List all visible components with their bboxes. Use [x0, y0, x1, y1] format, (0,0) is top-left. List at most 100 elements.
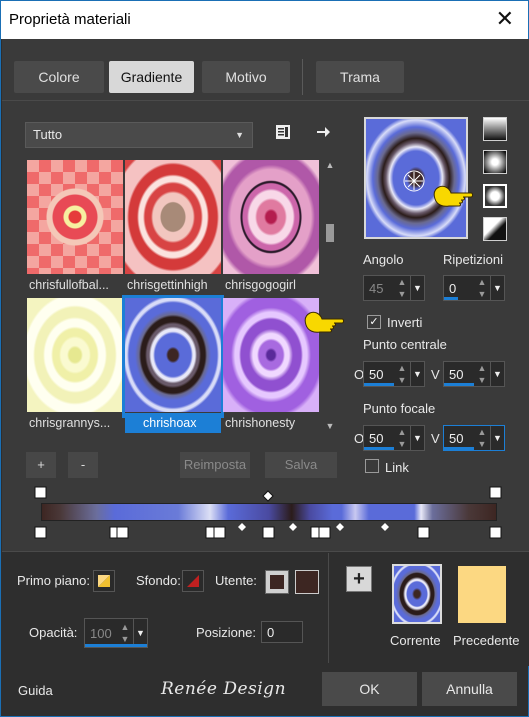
renee-design-logo: Renée Design [161, 679, 287, 699]
swatch-scrollbar[interactable]: ▲ ▼ [323, 158, 337, 433]
gradient-bar[interactable] [41, 503, 497, 521]
chevron-up-icon[interactable]: ▲ [323, 160, 337, 170]
reset-button[interactable]: Reimposta [180, 452, 250, 478]
chevron-down-icon[interactable]: ▼ [490, 276, 504, 300]
user-color-frame[interactable] [265, 570, 289, 594]
user-color-swatch[interactable] [295, 570, 319, 594]
focal-v-stepper[interactable]: 50 ▲ ▼ ▼ [443, 425, 505, 451]
help-link[interactable]: Guida [18, 683, 53, 698]
gradient-swatch-icon [187, 575, 199, 587]
save-button[interactable]: Salva [265, 452, 337, 478]
invert-checkbox[interactable]: ✓ [367, 315, 381, 329]
title-bar: Proprietà materiali ✕ [1, 1, 528, 39]
bottom-panel [2, 551, 529, 666]
stepper-arrows-icon[interactable]: ▲ ▼ [119, 621, 131, 645]
swatch-thumbnail [223, 160, 319, 274]
sunburst-gradient-icon[interactable] [483, 217, 507, 241]
stepper-arrows-icon[interactable]: ▲ ▼ [476, 362, 488, 386]
color-midpoint [381, 523, 389, 531]
stepper-arrows-icon[interactable]: ▲ ▼ [476, 276, 488, 300]
opacity-stepper[interactable]: 100 ▲ ▼ ▼ [84, 618, 148, 648]
chevron-down-icon[interactable]: ▼ [490, 362, 504, 386]
tab-gradiente[interactable]: Gradiente [109, 61, 194, 93]
add-to-swatches-icon[interactable]: + [346, 566, 372, 592]
opacity-label: Opacità: [29, 625, 78, 640]
opacity-midpoint [262, 490, 274, 502]
chevron-down-icon[interactable]: ▼ [410, 362, 424, 386]
focal-o-stepper[interactable]: 50 ▲ ▼ ▼ [363, 425, 425, 451]
swatch-label: chrishonesty [225, 416, 296, 430]
tab-colore[interactable]: Colore [14, 61, 104, 93]
linear-gradient-icon[interactable] [483, 117, 507, 141]
color-stop [213, 526, 226, 539]
swatch-thumbnail [27, 160, 123, 274]
color-stop [318, 526, 331, 539]
gradient-swatch-icon [98, 575, 110, 587]
color-stop [34, 526, 47, 539]
focal-v-label: V [431, 431, 440, 446]
value-indicator [444, 447, 474, 450]
rectangular-gradient-icon[interactable] [483, 150, 507, 174]
background-swatch[interactable] [182, 570, 204, 592]
radial-gradient-icon[interactable] [483, 184, 507, 208]
user-color-inner [270, 575, 284, 589]
swatch-thumbnail [27, 298, 123, 412]
invert-label: Inverti [387, 315, 423, 330]
current-swatch[interactable] [392, 564, 442, 624]
swatch-label: chrisgettinhigh [127, 278, 208, 292]
swatch-label: chrisgrannys... [29, 416, 111, 430]
chevron-down-icon[interactable]: ▼ [323, 421, 337, 431]
opacity-stop-right [489, 486, 502, 499]
center-v-label: V [431, 367, 440, 382]
chevron-down-icon[interactable]: ▼ [133, 619, 147, 647]
pointing-hand-icon [433, 185, 473, 207]
chevron-down-icon[interactable]: ▼ [410, 276, 424, 300]
background-label: Sfondo: [136, 573, 181, 588]
repeats-stepper[interactable]: 0 ▲ ▼ ▼ [443, 275, 505, 301]
add-swatch-button[interactable]: + [26, 452, 56, 478]
link-checkbox[interactable] [365, 459, 379, 473]
swatch-item[interactable]: chrisgettinhigh [125, 160, 221, 292]
stepper-arrows-icon[interactable]: ▲ ▼ [396, 362, 408, 386]
window-title: Proprietà materiali [9, 11, 131, 28]
swatch-item[interactable]: chrisgogogirl [223, 160, 319, 292]
center-o-value: 50 [369, 367, 384, 382]
position-value: 0 [267, 625, 275, 640]
chevron-down-icon[interactable]: ▼ [490, 426, 504, 450]
previous-swatch[interactable] [458, 566, 506, 623]
scrollbar-thumb[interactable] [326, 224, 334, 242]
close-icon[interactable]: ✕ [496, 7, 514, 31]
ok-button[interactable]: OK [322, 672, 417, 706]
opacity-stop-left [34, 486, 47, 499]
foreground-swatch[interactable] [93, 570, 115, 592]
angle-stepper[interactable]: 45 ▲ ▼ ▼ [363, 275, 425, 301]
library-filter-dropdown[interactable]: Tutto ▼ [25, 122, 253, 148]
arrow-right-icon[interactable] [312, 123, 334, 145]
bottom-divider [328, 553, 329, 663]
center-v-stepper[interactable]: 50 ▲ ▼ ▼ [443, 361, 505, 387]
swatch-item-selected[interactable]: chrishoax [122, 295, 224, 433]
current-label: Corrente [390, 633, 441, 648]
library-filter-value: Tutto [33, 127, 63, 142]
cancel-button[interactable]: Annulla [422, 672, 517, 706]
tab-motivo[interactable]: Motivo [202, 61, 290, 93]
remove-swatch-button[interactable]: - [68, 452, 98, 478]
foreground-label: Primo piano: [17, 573, 90, 588]
chevron-down-icon: ▼ [235, 130, 244, 140]
position-input[interactable]: 0 [261, 621, 303, 643]
stepper-arrows-icon[interactable]: ▲ ▼ [396, 276, 408, 300]
swatch-item[interactable]: chrisgrannys... [27, 298, 123, 430]
swatch-thumbnail [125, 298, 221, 412]
chevron-down-icon[interactable]: ▼ [410, 426, 424, 450]
gradient-swatch-grid: chrisfullofbal... chrisgettinhigh chrisg… [25, 158, 325, 433]
book-icon[interactable] [272, 123, 294, 145]
stepper-arrows-icon[interactable]: ▲ ▼ [476, 426, 488, 450]
focal-point-label: Punto focale [363, 401, 436, 416]
focal-v-value: 50 [449, 431, 464, 446]
swatch-item[interactable]: chrisfullofbal... [27, 160, 123, 292]
pointing-hand-icon [304, 311, 344, 333]
stepper-arrows-icon[interactable]: ▲ ▼ [396, 426, 408, 450]
color-stop [489, 526, 502, 539]
center-o-stepper[interactable]: 50 ▲ ▼ ▼ [363, 361, 425, 387]
tab-trama[interactable]: Trama [316, 61, 404, 93]
